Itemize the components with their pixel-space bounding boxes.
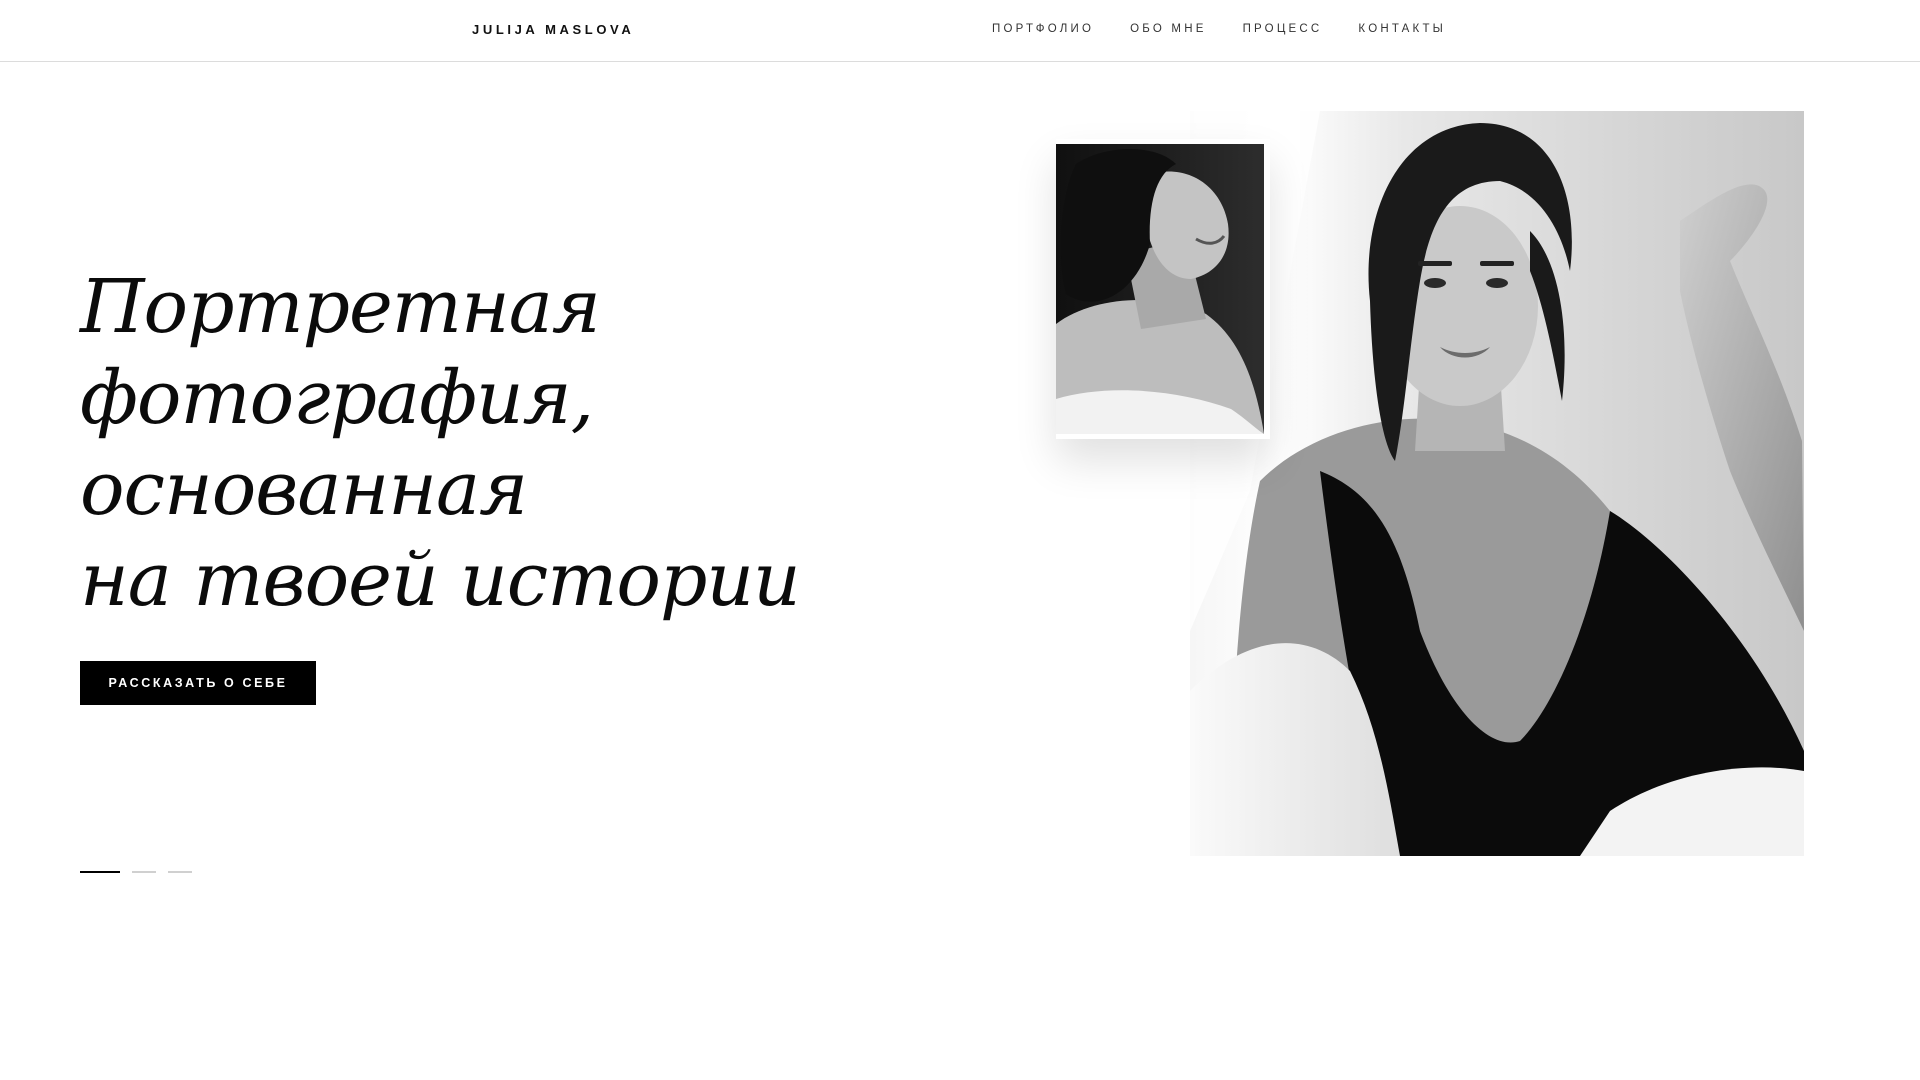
slider-pagination (80, 871, 192, 873)
main-portrait-illustration (1190, 111, 1804, 856)
main-nav: ПОРТФОЛИО ОБО МНЕ ПРОЦЕСС КОНТАКТЫ (992, 23, 1446, 35)
slide-indicator-3[interactable] (168, 871, 192, 873)
slide-indicator-1[interactable] (80, 871, 120, 873)
secondary-photo-frame (1056, 139, 1270, 439)
nav-item-process[interactable]: ПРОЦЕСС (1243, 23, 1323, 35)
secondary-portrait-illustration (1056, 144, 1264, 434)
top-navbar: JULIJA MASLOVA ПОРТФОЛИО ОБО МНЕ ПРОЦЕСС… (0, 0, 1920, 62)
hero-title: Портретная фотография, основанная на тво… (80, 262, 840, 626)
hero-title-line: фотография, (80, 355, 594, 441)
hero-title-line: на твоей истории (80, 537, 801, 623)
hero-title-line: Портретная (80, 264, 601, 350)
tell-about-yourself-button[interactable]: РАССКАЗАТЬ О СЕБЕ (80, 661, 316, 705)
nav-item-contacts[interactable]: КОНТАКТЫ (1358, 23, 1446, 35)
brand-logo[interactable]: JULIJA MASLOVA (472, 22, 634, 37)
slide-indicator-2[interactable] (132, 871, 156, 873)
secondary-portrait-photo (1056, 144, 1264, 434)
nav-item-portfolio[interactable]: ПОРТФОЛИО (992, 23, 1094, 35)
main-portrait-photo (1190, 111, 1804, 856)
hero-title-line: основанная (80, 446, 528, 532)
nav-item-about[interactable]: ОБО МНЕ (1130, 23, 1206, 35)
